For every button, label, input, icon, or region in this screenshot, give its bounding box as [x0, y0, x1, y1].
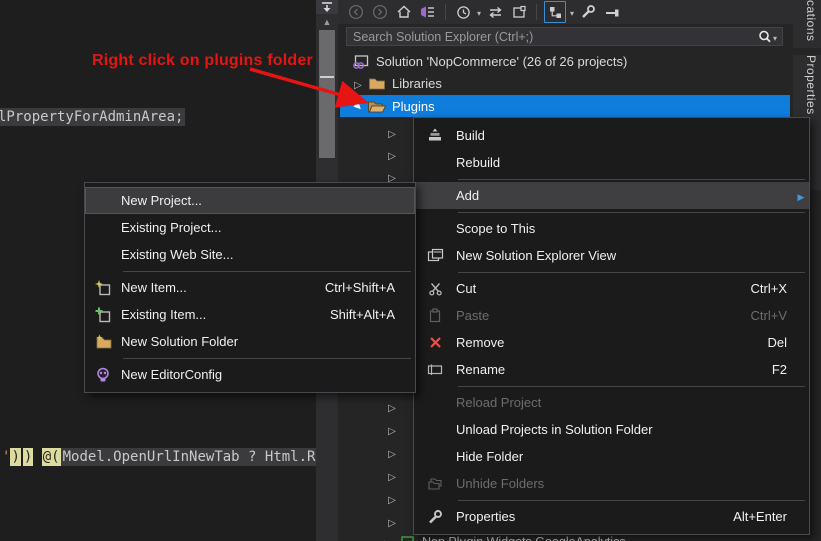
tree-row-libraries[interactable]: Libraries [350, 72, 442, 94]
menu-item-build[interactable]: Build [414, 122, 809, 149]
menu-separator [414, 497, 809, 503]
expand-arrow-icon[interactable] [350, 76, 366, 91]
tree-item-label: Nop.Plugin.Widgets.GoogleAnalytics [422, 535, 626, 541]
properties-wrench-icon[interactable] [578, 2, 598, 22]
menu-separator [85, 355, 415, 361]
menu-separator [85, 268, 415, 274]
menu-item-unload-projects[interactable]: Unload Projects in Solution Folder [414, 416, 809, 443]
swap-views-icon[interactable] [485, 2, 505, 22]
menu-item-reload-project[interactable]: Reload Project [414, 389, 809, 416]
chevron-down-icon[interactable] [570, 3, 574, 21]
menu-item-remove[interactable]: Remove Del [414, 329, 809, 356]
chevron-down-icon[interactable] [773, 28, 777, 46]
pin-icon[interactable] [602, 2, 622, 22]
open-folder-icon [366, 99, 388, 114]
menu-item-properties[interactable]: Properties Alt+Enter [414, 503, 809, 530]
build-icon [414, 128, 456, 143]
sync-with-active-document-icon[interactable] [418, 2, 438, 22]
scrollbar-thumb[interactable] [319, 30, 335, 158]
red-x-icon [414, 336, 456, 349]
menu-separator [414, 383, 809, 389]
search-input[interactable] [347, 29, 757, 44]
expand-arrow-icon[interactable] [384, 421, 400, 439]
expand-arrow-icon[interactable] [350, 101, 366, 112]
expand-arrow-icon[interactable] [380, 535, 396, 541]
search-icon[interactable] [757, 29, 773, 45]
tree-item-label: Plugins [392, 98, 435, 114]
solution-icon [350, 53, 372, 70]
wrench-icon [414, 509, 456, 525]
chevron-down-icon[interactable] [477, 3, 481, 21]
existing-item-icon [85, 307, 121, 323]
menu-separator [414, 209, 809, 215]
menu-item-rebuild[interactable]: Rebuild [414, 149, 809, 176]
menu-item-existing-project[interactable]: Existing Project... [85, 214, 415, 241]
menu-item-cut[interactable]: Cut Ctrl+X [414, 275, 809, 302]
expand-arrow-icon[interactable] [384, 398, 400, 416]
menu-item-new-solution-explorer-view[interactable]: New Solution Explorer View [414, 242, 809, 269]
caret-position-marker [320, 76, 334, 78]
annotation-text: Right click on plugins folder [92, 52, 313, 69]
expand-arrow-icon[interactable] [384, 146, 400, 164]
menu-item-rename[interactable]: Rename F2 [414, 356, 809, 383]
expand-arrow-icon[interactable] [384, 124, 400, 142]
new-view-icon [414, 248, 456, 263]
code-line: lPropertyForAdminArea; [0, 108, 186, 127]
context-menu: Build Rebuild Add Scope to This New Solu… [413, 117, 810, 535]
code-line: ')) @(Model.OpenUrlInNewTab ? Html.R [2, 448, 318, 466]
menu-item-new-item[interactable]: New Item... Ctrl+Shift+A [85, 274, 415, 301]
pending-changes-filter-icon[interactable] [453, 2, 473, 22]
back-icon[interactable] [346, 2, 366, 22]
folders-icon [414, 477, 456, 491]
add-submenu: New Project... Existing Project... Exist… [84, 182, 416, 393]
menu-item-existing-web-site[interactable]: Existing Web Site... [85, 241, 415, 268]
rename-icon [414, 363, 456, 376]
menu-item-hide-folder[interactable]: Hide Folder [414, 443, 809, 470]
splitter-handle-icon[interactable] [316, 0, 338, 14]
menu-item-new-editorconfig[interactable]: New EditorConfig [85, 361, 415, 388]
tab-notifications[interactable]: cations [793, 0, 821, 48]
editorconfig-icon [85, 367, 121, 383]
forward-icon[interactable] [370, 2, 390, 22]
menu-item-paste[interactable]: Paste Ctrl+V [414, 302, 809, 329]
toolbar-separator [445, 4, 446, 20]
toolbar-separator [536, 4, 538, 20]
expand-arrow-icon[interactable] [384, 490, 400, 508]
tree-row-plugins[interactable]: Plugins [340, 95, 790, 117]
expand-arrow-icon[interactable] [384, 444, 400, 462]
scissors-icon [414, 281, 456, 296]
menu-item-add[interactable]: Add [414, 182, 809, 209]
clipboard-icon [414, 308, 456, 323]
menu-separator [414, 269, 809, 275]
tree-row-solution[interactable]: Solution 'NopCommerce' (26 of 26 project… [350, 50, 627, 72]
solution-explorer-toolbar [338, 0, 793, 24]
menu-item-new-project[interactable]: New Project... [85, 187, 415, 214]
submenu-arrow-icon [793, 188, 809, 203]
preview-icon[interactable] [509, 2, 529, 22]
visual-studio-window: lPropertyForAdminArea; ')) @(Model.OpenU… [0, 0, 821, 541]
new-item-icon [85, 279, 121, 296]
expand-arrow-icon[interactable] [384, 467, 400, 485]
tree-item-label: Libraries [392, 75, 442, 91]
home-icon[interactable] [394, 2, 414, 22]
expand-arrow-icon[interactable] [384, 513, 400, 531]
solution-label: Solution 'NopCommerce' (26 of 26 project… [376, 53, 628, 69]
folder-icon [366, 76, 388, 91]
search-box[interactable] [346, 27, 783, 46]
tab-label: cations [804, 0, 818, 42]
menu-item-unhide-folders[interactable]: Unhide Folders [414, 470, 809, 497]
menu-item-new-solution-folder[interactable]: New Solution Folder [85, 328, 415, 355]
project-icon [396, 535, 418, 541]
sync-selection-icon[interactable] [544, 1, 567, 23]
new-folder-icon [85, 334, 121, 349]
menu-item-existing-item[interactable]: Existing Item... Shift+Alt+A [85, 301, 415, 328]
menu-item-scope-to-this[interactable]: Scope to This [414, 215, 809, 242]
scroll-up-icon[interactable]: ▲ [316, 16, 338, 28]
menu-separator [414, 176, 809, 182]
